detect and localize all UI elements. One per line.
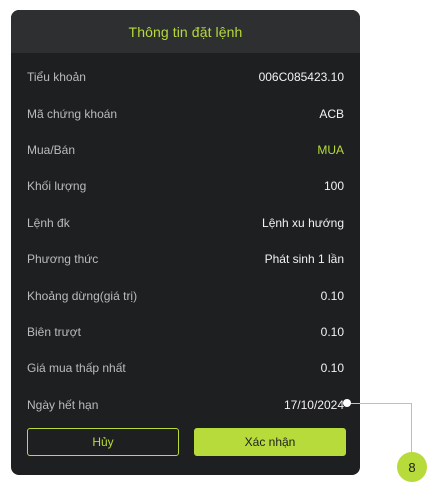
row-value: 17/10/2024 bbox=[283, 397, 344, 412]
row-slippage: Biên trượt 0.10 bbox=[11, 314, 360, 350]
row-quantity: Khối lượng 100 bbox=[11, 168, 360, 204]
row-value: MUA bbox=[317, 142, 344, 157]
row-label: Lệnh đk bbox=[27, 215, 70, 230]
row-value: 0.10 bbox=[320, 288, 344, 303]
row-sub-account: Tiểu khoản 006C085423.10 bbox=[11, 59, 360, 95]
row-value: 100 bbox=[323, 179, 344, 194]
callout-anchor-dot bbox=[343, 399, 351, 407]
row-label: Mua/Bán bbox=[27, 142, 76, 157]
row-label: Khối lượng bbox=[27, 179, 87, 194]
row-stock-code: Mã chứng khoán ACB bbox=[11, 95, 360, 131]
row-value: ACB bbox=[319, 106, 344, 121]
row-buy-sell: Mua/Bán MUA bbox=[11, 132, 360, 168]
dialog-header: Thông tin đặt lệnh bbox=[11, 10, 360, 53]
row-value: Phát sinh 1 lần bbox=[264, 252, 344, 267]
row-method: Phương thức Phát sinh 1 lần bbox=[11, 241, 360, 277]
cancel-button[interactable]: Hủy bbox=[27, 428, 179, 456]
callout-connector-line bbox=[347, 403, 412, 453]
row-conditional-order: Lệnh đk Lệnh xu hướng bbox=[11, 205, 360, 241]
row-label: Giá mua thấp nhất bbox=[27, 361, 126, 376]
dialog-actions: Hủy Xác nhận bbox=[27, 428, 346, 456]
row-value: 0.10 bbox=[320, 324, 344, 339]
row-stop-distance: Khoảng dừng(giá trị) 0.10 bbox=[11, 277, 360, 313]
row-label: Khoảng dừng(giá trị) bbox=[27, 288, 138, 303]
row-label: Tiểu khoản bbox=[27, 70, 86, 85]
row-value: Lệnh xu hướng bbox=[262, 215, 344, 230]
row-value: 0.10 bbox=[320, 361, 344, 376]
order-info-dialog: Thông tin đặt lệnh Tiểu khoản 006C085423… bbox=[11, 10, 360, 475]
row-expiry-date: Ngày hết hạn 17/10/2024 bbox=[11, 387, 360, 423]
row-value: 006C085423.10 bbox=[258, 70, 344, 85]
row-label: Mã chứng khoán bbox=[27, 106, 118, 121]
confirm-button[interactable]: Xác nhận bbox=[194, 428, 346, 456]
row-label: Phương thức bbox=[27, 252, 99, 267]
row-min-buy-price: Giá mua thấp nhất 0.10 bbox=[11, 350, 360, 386]
dialog-title: Thông tin đặt lệnh bbox=[128, 23, 243, 40]
row-label: Ngày hết hạn bbox=[27, 397, 99, 412]
row-label: Biên trượt bbox=[27, 324, 81, 339]
order-details: Tiểu khoản 006C085423.10 Mã chứng khoán … bbox=[11, 53, 360, 423]
callout-step-badge: 8 bbox=[397, 452, 427, 482]
